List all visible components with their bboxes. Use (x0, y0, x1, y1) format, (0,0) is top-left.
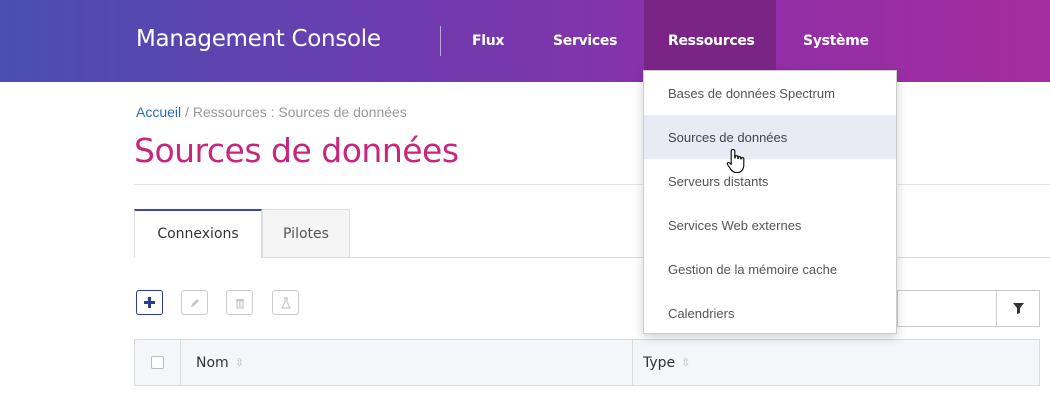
column-label-nom: Nom (196, 354, 229, 371)
hand-cursor-icon (726, 148, 745, 174)
nav-item-flux[interactable]: Flux (472, 0, 504, 82)
plus-icon (144, 297, 155, 308)
edit-button[interactable] (181, 290, 208, 315)
select-all-checkbox[interactable] (151, 356, 164, 369)
menu-item-services-web-externes[interactable]: Services Web externes (644, 203, 896, 247)
filter-button[interactable] (996, 290, 1040, 327)
tab-connexions[interactable]: Connexions (134, 209, 262, 258)
pencil-icon (190, 298, 199, 307)
breadcrumb-current: Ressources : Sources de données (192, 104, 407, 120)
trash-icon (235, 298, 244, 309)
menu-item-serveurs-distants[interactable]: Serveurs distants (644, 159, 896, 203)
column-header-type[interactable]: Type ⇳ (633, 340, 1039, 385)
page-title: Sources de données (134, 131, 459, 170)
delete-button[interactable] (226, 290, 253, 315)
menu-item-sources-de-donnees[interactable]: Sources de données (644, 115, 896, 159)
flask-icon (280, 296, 291, 309)
nav-item-services[interactable]: Services (553, 0, 617, 82)
search-input[interactable] (897, 290, 997, 327)
menu-item-calendriers[interactable]: Calendriers (644, 291, 896, 335)
column-header-nom[interactable]: Nom ⇳ (181, 340, 633, 385)
filter-icon (1012, 303, 1024, 314)
column-label-type: Type (643, 354, 676, 371)
sort-icon: ⇳ (234, 356, 244, 369)
title-divider (134, 184, 1050, 185)
table-header: Nom ⇳ Type ⇳ (134, 339, 1040, 386)
breadcrumb: Accueil / Ressources : Sources de donnée… (136, 104, 407, 120)
test-button[interactable] (272, 290, 299, 315)
menu-item-gestion-memoire-cache[interactable]: Gestion de la mémoire cache (644, 247, 896, 291)
select-all-cell (135, 340, 181, 385)
tab-pilotes[interactable]: Pilotes (262, 209, 350, 258)
ressources-dropdown-menu: Bases de données Spectrum Sources de don… (643, 70, 897, 334)
breadcrumb-separator: / (185, 104, 189, 120)
breadcrumb-home-link[interactable]: Accueil (136, 104, 181, 120)
app-brand[interactable]: Management Console (136, 26, 381, 52)
brand-divider (440, 26, 441, 56)
menu-item-bases-de-donnees-spectrum[interactable]: Bases de données Spectrum (644, 71, 896, 115)
sort-icon: ⇳ (681, 356, 691, 369)
add-button[interactable] (136, 290, 163, 315)
